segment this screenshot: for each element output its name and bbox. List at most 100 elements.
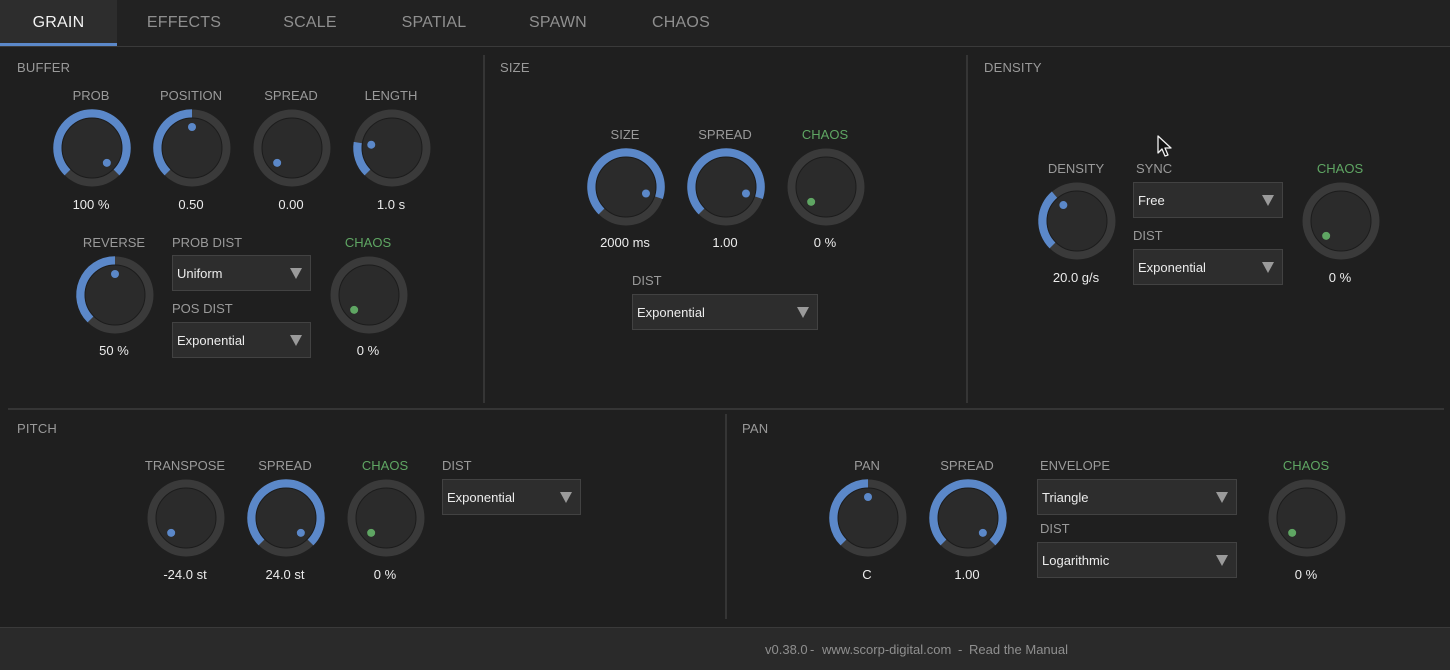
pan-spread-value: 1.00 bbox=[954, 567, 980, 582]
manual-link[interactable]: Read the Manual bbox=[969, 642, 1068, 657]
tab-grain[interactable]: GRAIN bbox=[0, 0, 117, 46]
knob-indicator-dot bbox=[1059, 201, 1068, 210]
knob-body bbox=[795, 156, 857, 218]
knob-body bbox=[695, 156, 757, 218]
knob-indicator-dot bbox=[350, 305, 359, 314]
knob-graphic bbox=[1302, 182, 1380, 260]
buffer-spread-label: SPREAD bbox=[264, 88, 318, 103]
size-spread-knob[interactable] bbox=[687, 148, 765, 226]
density-knob[interactable] bbox=[1038, 182, 1116, 260]
pan-spread-label: SPREAD bbox=[940, 458, 994, 473]
footer: v0.38.0 - www.scorp-digital.com - Read t… bbox=[0, 627, 1450, 670]
knob-graphic bbox=[53, 109, 131, 187]
knob-indicator-dot bbox=[864, 493, 872, 501]
tab-chaos[interactable]: CHAOS bbox=[631, 0, 731, 46]
footer-separator: - bbox=[810, 642, 815, 657]
length-value: 1.0 s bbox=[376, 197, 406, 212]
pan-chaos-knob[interactable] bbox=[1268, 479, 1346, 557]
pan-section-title: PAN bbox=[742, 421, 769, 436]
position-knob[interactable] bbox=[153, 109, 231, 187]
buffer-chaos-label: CHAOS bbox=[344, 235, 392, 250]
knob-indicator-dot bbox=[807, 197, 816, 206]
knob-graphic bbox=[153, 109, 231, 187]
prob-label: PROB bbox=[72, 88, 110, 103]
size-knob[interactable] bbox=[587, 148, 665, 226]
knob-body bbox=[338, 264, 400, 326]
knob-graphic bbox=[929, 479, 1007, 557]
knob-body bbox=[937, 487, 999, 549]
pan-spread-knob[interactable] bbox=[929, 479, 1007, 557]
knob-body bbox=[155, 487, 217, 549]
reverse-knob[interactable] bbox=[76, 256, 154, 334]
envelope-dropdown[interactable]: Triangle bbox=[1037, 479, 1237, 515]
dropdown-arrow-icon bbox=[290, 268, 302, 279]
prob-value: 100 % bbox=[72, 197, 110, 212]
density-dist-dropdown[interactable]: Exponential bbox=[1133, 249, 1283, 285]
density-value: 20.0 g/s bbox=[1052, 270, 1100, 285]
size-section-title: SIZE bbox=[500, 60, 530, 75]
length-knob[interactable] bbox=[353, 109, 431, 187]
knob-indicator-dot bbox=[741, 189, 750, 198]
density-label: DENSITY bbox=[1047, 161, 1105, 176]
position-label: POSITION bbox=[159, 88, 223, 103]
density-chaos-label: CHAOS bbox=[1316, 161, 1364, 176]
knob-graphic bbox=[76, 256, 154, 334]
tab-scale[interactable]: SCALE bbox=[260, 0, 360, 46]
pitch-chaos-value: 0 % bbox=[373, 567, 397, 582]
transpose-value: -24.0 st bbox=[163, 567, 207, 582]
tab-effects[interactable]: EFFECTS bbox=[124, 0, 244, 46]
pos-dist-dropdown[interactable]: Exponential bbox=[172, 322, 311, 358]
size-label: SIZE bbox=[610, 127, 640, 142]
buffer-spread-knob[interactable] bbox=[253, 109, 331, 187]
website-link[interactable]: www.scorp-digital.com bbox=[822, 642, 951, 657]
buffer-spread-value: 0.00 bbox=[278, 197, 304, 212]
knob-body bbox=[595, 156, 657, 218]
transpose-knob[interactable] bbox=[147, 479, 225, 557]
prob-knob[interactable] bbox=[53, 109, 131, 187]
size-dist-dropdown[interactable]: Exponential bbox=[632, 294, 818, 330]
tab-spatial[interactable]: SPATIAL bbox=[384, 0, 484, 46]
knob-body bbox=[255, 487, 317, 549]
knob-indicator-dot bbox=[367, 140, 376, 149]
divider bbox=[483, 55, 485, 403]
pitch-dist-dropdown[interactable]: Exponential bbox=[442, 479, 581, 515]
pitch-spread-value: 24.0 st bbox=[265, 567, 305, 582]
pitch-section-title: PITCH bbox=[17, 421, 57, 436]
density-dist-label: DIST bbox=[1133, 228, 1163, 243]
knob-indicator-dot bbox=[978, 528, 987, 537]
density-chaos-knob[interactable] bbox=[1302, 182, 1380, 260]
pan-chaos-value: 0 % bbox=[1294, 567, 1318, 582]
pan-value: C bbox=[862, 567, 872, 582]
pos-dist-value: Exponential bbox=[177, 333, 245, 348]
pitch-chaos-label: CHAOS bbox=[361, 458, 409, 473]
dropdown-arrow-icon bbox=[1262, 195, 1274, 206]
sync-dropdown[interactable]: Free bbox=[1133, 182, 1283, 218]
knob-graphic bbox=[787, 148, 865, 226]
knob-body bbox=[1310, 190, 1372, 252]
buffer-chaos-value: 0 % bbox=[356, 343, 380, 358]
divider bbox=[966, 55, 968, 403]
knob-graphic bbox=[147, 479, 225, 557]
knob-indicator-dot bbox=[1322, 231, 1331, 240]
pan-knob[interactable] bbox=[829, 479, 907, 557]
knob-indicator-dot bbox=[296, 528, 305, 537]
divider bbox=[725, 414, 727, 619]
knob-indicator-dot bbox=[367, 528, 376, 537]
version-text: v0.38.0 bbox=[765, 642, 808, 657]
pitch-spread-knob[interactable] bbox=[247, 479, 325, 557]
size-spread-value: 1.00 bbox=[712, 235, 738, 250]
pan-dist-dropdown[interactable]: Logarithmic bbox=[1037, 542, 1237, 578]
knob-body bbox=[1276, 487, 1338, 549]
buffer-section-title: BUFFER bbox=[17, 60, 71, 75]
knob-graphic bbox=[1268, 479, 1346, 557]
tab-spawn[interactable]: SPAWN bbox=[508, 0, 608, 46]
knob-indicator-dot bbox=[102, 158, 111, 167]
dropdown-arrow-icon bbox=[1262, 262, 1274, 273]
pitch-chaos-knob[interactable] bbox=[347, 479, 425, 557]
dropdown-arrow-icon bbox=[797, 307, 809, 318]
prob-dist-dropdown[interactable]: Uniform bbox=[172, 255, 311, 291]
knob-indicator-dot bbox=[641, 189, 650, 198]
size-chaos-knob[interactable] bbox=[787, 148, 865, 226]
buffer-chaos-knob[interactable] bbox=[330, 256, 408, 334]
knob-graphic bbox=[347, 479, 425, 557]
